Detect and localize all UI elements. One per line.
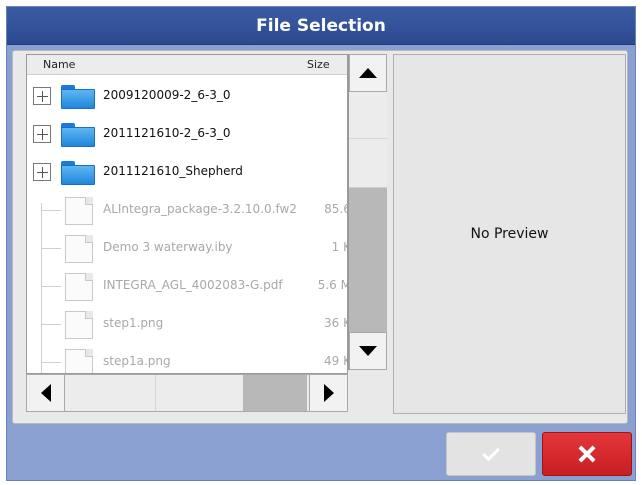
- file-list: Name Size 2009120009-2_6-3_0 2011121610-…: [26, 54, 348, 374]
- close-icon: [578, 445, 596, 463]
- folder-row[interactable]: 2009120009-2_6-3_0: [27, 77, 347, 115]
- confirm-button[interactable]: [446, 432, 536, 476]
- arrow-up-icon: [359, 68, 377, 78]
- horizontal-scrollbar[interactable]: [26, 374, 348, 412]
- scroll-thumb[interactable]: [349, 188, 387, 332]
- expand-icon[interactable]: [33, 163, 51, 181]
- checkmark-icon: [482, 443, 500, 461]
- tree-line: [41, 210, 61, 211]
- cancel-button[interactable]: [542, 432, 632, 476]
- folder-row[interactable]: 2011121610_Shepherd: [27, 153, 347, 191]
- tree-line: [41, 286, 61, 287]
- dialog-title: File Selection: [7, 7, 635, 45]
- file-size: 36 K: [324, 316, 347, 330]
- preview-pane: No Preview: [393, 54, 626, 414]
- scroll-down-button[interactable]: [349, 332, 387, 370]
- file-row[interactable]: step1.png 36 K: [27, 305, 347, 343]
- folder-icon: [61, 85, 95, 109]
- file-row[interactable]: ALIntegra_package-3.2.10.0.fw2 85.6 M: [27, 191, 347, 229]
- folder-icon: [61, 161, 95, 185]
- file-size: 85.6 M: [324, 202, 347, 216]
- file-name: ALIntegra_package-3.2.10.0.fw2: [103, 202, 297, 216]
- file-size: 49 K: [324, 354, 347, 368]
- file-icon: [65, 197, 93, 225]
- expand-icon[interactable]: [33, 125, 51, 143]
- expand-icon[interactable]: [33, 87, 51, 105]
- folder-name: 2009120009-2_6-3_0: [103, 88, 231, 102]
- file-name: step1.png: [103, 316, 164, 330]
- tree-line: [41, 248, 61, 249]
- column-header-name[interactable]: Name: [43, 58, 75, 71]
- file-name: INTEGRA_AGL_4002083-G.pdf: [103, 278, 283, 292]
- preview-text: No Preview: [470, 226, 549, 242]
- file-name: step1a.png: [103, 354, 171, 368]
- vertical-scrollbar[interactable]: [348, 54, 387, 370]
- file-row[interactable]: Demo 3 waterway.iby 1 K: [27, 229, 347, 267]
- column-header-size[interactable]: Size: [307, 58, 330, 71]
- tree-line: [41, 324, 61, 325]
- scroll-track[interactable]: [349, 92, 387, 188]
- scroll-track-divider: [349, 138, 387, 139]
- tree-line: [41, 362, 61, 363]
- folder-name: 2011121610_Shepherd: [103, 164, 243, 178]
- scroll-thumb[interactable]: [243, 375, 307, 411]
- file-icon: [65, 235, 93, 263]
- arrow-right-icon: [323, 384, 334, 402]
- folder-name: 2011121610-2_6-3_0: [103, 126, 231, 140]
- scroll-left-button[interactable]: [27, 375, 65, 411]
- list-header: Name Size: [27, 55, 347, 75]
- file-icon: [65, 311, 93, 339]
- arrow-left-icon: [40, 384, 51, 402]
- file-row[interactable]: step1a.png 49 K: [27, 343, 347, 373]
- file-size: 5.6 M: [317, 278, 348, 292]
- folder-row[interactable]: 2011121610-2_6-3_0: [27, 115, 347, 153]
- scroll-track-divider: [155, 375, 156, 411]
- folder-icon: [61, 123, 95, 147]
- file-name: Demo 3 waterway.iby: [103, 240, 233, 254]
- file-icon: [65, 273, 93, 301]
- file-row[interactable]: INTEGRA_AGL_4002083-G.pdf 5.6 M: [27, 267, 348, 305]
- arrow-down-icon: [359, 346, 377, 356]
- file-size: 1 K: [331, 240, 347, 254]
- scroll-up-button[interactable]: [349, 54, 387, 92]
- file-icon: [65, 349, 93, 373]
- scroll-right-button[interactable]: [309, 375, 347, 411]
